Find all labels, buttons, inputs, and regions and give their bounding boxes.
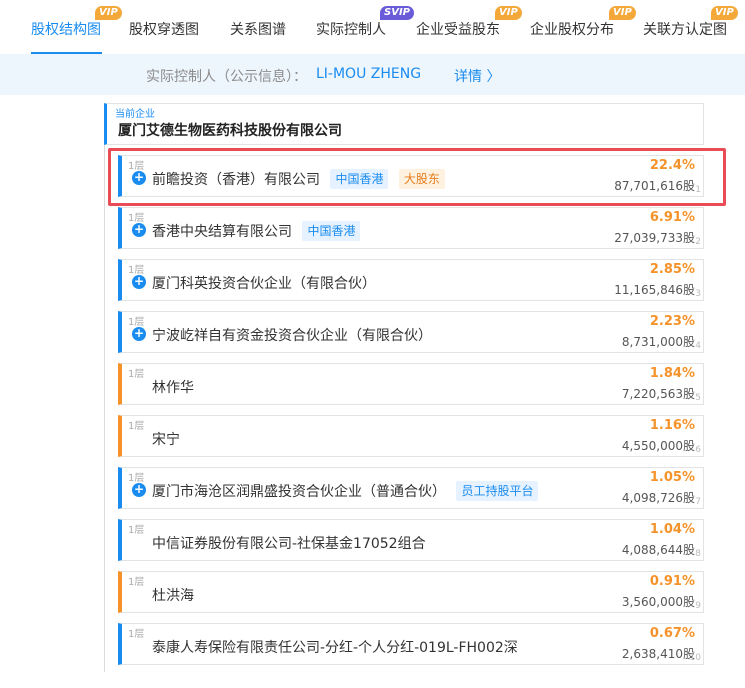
current-company-node: 当前企业 厦门艾德生物医药科技股份有限公司: [104, 103, 704, 145]
tree-connector-line: [104, 145, 105, 672]
shareholder-name-line: 香港中央结算有限公司 中国香港: [152, 221, 361, 241]
tab-label: 企业股权分布: [530, 22, 614, 38]
actual-controller-link[interactable]: LI-MOU ZHENG: [316, 66, 421, 82]
shareholder-name[interactable]: 香港中央结算有限公司: [152, 224, 292, 240]
expand-plus-icon[interactable]: +: [132, 483, 146, 497]
current-company-tag: 当前企业: [115, 109, 155, 120]
tab-label: 关系图谱: [230, 22, 286, 38]
tab-label: 实际控制人: [316, 22, 386, 38]
share-percent: 0.67%: [649, 626, 695, 641]
tab-related-party[interactable]: 关联方认定图 VIP: [643, 0, 738, 54]
current-company-name: 厦门艾德生物医药科技股份有限公司: [118, 123, 342, 139]
expand-plus-icon[interactable]: +: [132, 327, 146, 341]
shareholder-name[interactable]: 中信证券股份有限公司-社保基金17052组合: [152, 533, 426, 553]
share-count: 27,039,733股: [614, 231, 695, 245]
actual-controller-label: 实际控制人（公示信息）：: [146, 69, 307, 85]
share-count: 2,638,410股: [621, 647, 695, 661]
share-count: 4,550,000股: [621, 439, 695, 453]
employee-platform-tag: 员工持股平台: [456, 481, 539, 501]
tab-label: 关联方认定图: [643, 22, 727, 38]
shareholder-name[interactable]: 林作华: [152, 377, 194, 397]
tab-relationship-graph[interactable]: 关系图谱: [230, 0, 287, 54]
share-count: 7,220,563股: [621, 387, 695, 401]
share-percent: 1.05%: [649, 470, 695, 485]
tab-label: 企业受益股东: [416, 22, 500, 38]
expand-plus-icon[interactable]: +: [132, 223, 146, 237]
share-percent: 1.84%: [649, 366, 695, 381]
shareholder-row[interactable]: 1层 林作华 1.84% 7,220,563股 5: [118, 363, 704, 405]
vip-badge: VIP: [495, 6, 522, 20]
row-index: 8: [695, 549, 701, 559]
level-label: 1层: [128, 629, 145, 640]
shareholder-row[interactable]: 1层 + 厦门科英投资合伙企业（有限合伙） 2.85% 11,165,846股 …: [118, 259, 704, 301]
level-label: 1层: [128, 421, 145, 432]
shareholder-name-line: 前瞻投资（香港）有限公司 中国香港 大股东: [152, 169, 445, 189]
level-label: 1层: [128, 577, 145, 588]
row-index: 10: [689, 653, 701, 663]
row-index: 2: [695, 237, 701, 247]
shareholder-name[interactable]: 宋宁: [152, 429, 180, 449]
shareholder-row[interactable]: 1层 杜洪海 0.91% 3,560,000股 9: [118, 571, 704, 613]
tab-label: 股权结构图: [31, 22, 101, 38]
share-percent: 2.85%: [649, 262, 695, 277]
svip-badge: SVIP: [380, 6, 414, 20]
row-index: 1: [695, 185, 701, 195]
shareholder-name[interactable]: 宁波屹祥自有资金投资合伙企业（有限合伙）: [152, 325, 432, 345]
share-count: 8,731,000股: [621, 335, 695, 349]
shareholder-name[interactable]: 杜洪海: [152, 585, 194, 605]
row-index: 4: [695, 341, 701, 351]
shareholder-name-line: 厦门市海沧区润鼎盛投资合伙企业（普通合伙） 员工持股平台: [152, 481, 539, 501]
shareholder-name[interactable]: 泰康人寿保险有限责任公司-分红-个人分红-019L-FH002深: [152, 637, 518, 657]
share-percent: 6.91%: [649, 210, 695, 225]
region-tag: 中国香港: [302, 221, 361, 241]
region-tag: 中国香港: [330, 169, 389, 189]
tab-actual-controller[interactable]: 实际控制人 SVIP: [316, 0, 414, 54]
share-percent: 0.91%: [649, 574, 695, 589]
row-index: 6: [695, 445, 701, 455]
shareholder-row[interactable]: 1层 + 宁波屹祥自有资金投资合伙企业（有限合伙） 2.23% 8,731,00…: [118, 311, 704, 353]
tab-beneficial-shareholders[interactable]: 企业受益股东 VIP: [416, 0, 522, 54]
vip-badge: VIP: [711, 6, 738, 20]
shareholder-row[interactable]: 1层 + 厦门市海沧区润鼎盛投资合伙企业（普通合伙） 员工持股平台 1.05% …: [118, 467, 704, 509]
actual-controller-bar: 实际控制人（公示信息）： LI-MOU ZHENG 详情 〉: [0, 54, 745, 95]
vip-badge: VIP: [95, 6, 122, 20]
share-count: 11,165,846股: [614, 283, 695, 297]
row-index: 7: [695, 497, 701, 507]
tab-equity-distribution[interactable]: 企业股权分布 VIP: [530, 0, 636, 54]
shareholder-name[interactable]: 厦门市海沧区润鼎盛投资合伙企业（普通合伙）: [152, 484, 446, 500]
shareholder-row[interactable]: 1层 泰康人寿保险有限责任公司-分红-个人分红-019L-FH002深 0.67…: [118, 623, 704, 665]
row-index: 3: [695, 289, 701, 299]
expand-plus-icon[interactable]: +: [132, 275, 146, 289]
shareholder-row[interactable]: 1层 + 香港中央结算有限公司 中国香港 6.91% 27,039,733股 2: [118, 207, 704, 249]
tab-label: 股权穿透图: [129, 22, 199, 38]
level-label: 1层: [128, 369, 145, 380]
share-count: 3,560,000股: [621, 595, 695, 609]
shareholder-row[interactable]: 1层 + 前瞻投资（香港）有限公司 中国香港 大股东 22.4% 87,701,…: [118, 155, 704, 197]
share-percent: 1.16%: [649, 418, 695, 433]
shareholder-name[interactable]: 前瞻投资（香港）有限公司: [152, 172, 320, 188]
details-link[interactable]: 详情 〉: [454, 66, 500, 86]
share-count: 4,098,726股: [621, 491, 695, 505]
share-percent: 2.23%: [649, 314, 695, 329]
shareholder-name[interactable]: 厦门科英投资合伙企业（有限合伙）: [152, 273, 376, 293]
shareholder-row[interactable]: 1层 宋宁 1.16% 4,550,000股 6: [118, 415, 704, 457]
tab-bar: 股权结构图 VIP 股权穿透图 关系图谱 实际控制人 SVIP 企业受益股东 V…: [0, 0, 745, 54]
major-shareholder-tag: 大股东: [398, 169, 445, 189]
share-percent: 22.4%: [649, 158, 695, 173]
share-count: 4,088,644股: [621, 543, 695, 557]
share-percent: 1.04%: [649, 522, 695, 537]
row-index: 9: [695, 601, 701, 611]
row-index: 5: [695, 393, 701, 403]
expand-plus-icon[interactable]: +: [132, 171, 146, 185]
vip-badge: VIP: [609, 6, 636, 20]
tab-equity-structure[interactable]: 股权结构图 VIP: [31, 0, 122, 54]
shareholder-row[interactable]: 1层 中信证券股份有限公司-社保基金17052组合 1.04% 4,088,64…: [118, 519, 704, 561]
level-label: 1层: [128, 525, 145, 536]
share-count: 87,701,616股: [614, 179, 695, 193]
tab-equity-penetration[interactable]: 股权穿透图: [129, 0, 200, 54]
